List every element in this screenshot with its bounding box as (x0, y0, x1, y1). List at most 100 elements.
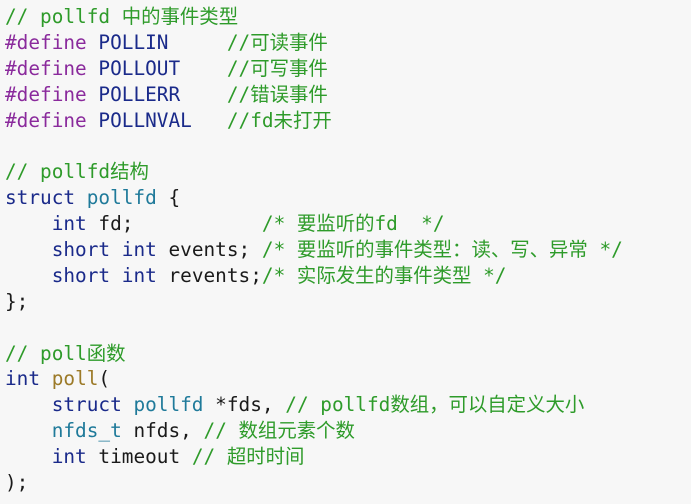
code-line: int poll( (5, 366, 623, 392)
code-token-ws (87, 83, 99, 106)
code-token-punct: ( (98, 367, 111, 391)
code-token-comment: //fd未打开 (226, 108, 332, 132)
code-token-ident: nfds (133, 419, 181, 443)
code-token-punct: , (261, 393, 274, 417)
code-token-ws (133, 212, 261, 235)
code-token-ident: revents (168, 263, 251, 287)
code-token-comment: // pollfd数组，可以自定义大小 (285, 393, 585, 417)
code-token-keyword: int (51, 212, 87, 236)
code-token-type: pollfd (86, 186, 157, 210)
code-token-comment: //错误事件 (226, 82, 328, 106)
code-token-ws (110, 238, 122, 261)
code-token-macro: POLLOUT (98, 56, 181, 80)
code-token-ws (157, 186, 169, 209)
code-token-comment: /* 要监听的fd */ (261, 212, 445, 236)
code-token-punct: ); (5, 471, 29, 495)
code-token-punct: ; (238, 238, 251, 262)
code-line: short int revents;/* 实际发生的事件类型 */ (5, 263, 623, 289)
code-token-ws (180, 57, 227, 80)
code-token-comment: // pollfd 中的事件类型 (5, 5, 239, 28)
code-token-ws (5, 393, 52, 416)
code-line: nfds_t nfds, // 数组元素个数 (5, 418, 623, 444)
code-token-keyword: short (51, 238, 111, 262)
code-token-ws (87, 109, 99, 132)
code-line: // poll函数 (5, 341, 623, 367)
code-line: // pollfd结构 (5, 159, 623, 185)
code-token-ws (5, 212, 52, 235)
code-line: struct pollfd *fds, // pollfd数组，可以自定义大小 (5, 392, 623, 418)
code-line: #define POLLOUT //可写事件 (5, 56, 623, 82)
code-token-ws (250, 238, 262, 261)
code-token-comment: // 超时时间 (191, 445, 305, 469)
code-token-punct: * (215, 393, 227, 417)
code-token-comment: //可写事件 (226, 56, 328, 80)
code-token-ws (274, 393, 286, 416)
code-token-ws (5, 445, 52, 468)
code-token-directive: #define (5, 30, 87, 54)
code-token-comment: // 数组元素个数 (203, 419, 355, 443)
code-line: ); (5, 470, 623, 496)
code-token-keyword: short (51, 263, 111, 287)
code-token-keyword: int (121, 238, 157, 262)
code-token-punct: { (168, 186, 181, 210)
code-token-macro: POLLNVAL (98, 108, 192, 132)
code-token-ws (87, 445, 99, 468)
code-token-punct: }; (5, 289, 29, 313)
code-token-ident: timeout (98, 445, 181, 469)
code-token-macro: POLLERR (98, 82, 181, 106)
code-token-keyword: struct (51, 393, 122, 417)
code-token-keyword: struct (5, 186, 76, 210)
code-token-punct: ; (121, 212, 134, 236)
code-token-ws (157, 238, 169, 261)
code-token-keyword: int (5, 367, 41, 391)
code-line: struct pollfd { (5, 185, 623, 211)
code-token-ws (180, 445, 192, 468)
code-token-ws (5, 264, 52, 287)
code-token-ws (87, 31, 99, 54)
code-token-func: poll (51, 367, 99, 391)
code-line: }; (5, 289, 623, 315)
code-token-ws (75, 186, 87, 209)
code-token-keyword: int (51, 445, 87, 469)
code-token-ws (203, 393, 215, 416)
code-token-ws (87, 212, 99, 235)
code-token-punct: , (180, 419, 192, 443)
code-token-directive: #define (5, 82, 87, 106)
code-token-ident: fd (98, 212, 122, 236)
code-block: // pollfd 中的事件类型 #define POLLIN //可读事件 #de… (5, 4, 623, 496)
code-token-comment: /* 实际发生的事件类型 */ (261, 263, 507, 287)
code-token-directive: #define (5, 108, 87, 132)
code-token-ws (122, 419, 134, 442)
code-token-ws (192, 419, 204, 442)
code-token-ws (157, 264, 169, 287)
code-token-ws (180, 83, 227, 106)
code-token-comment: // poll函数 (5, 341, 126, 365)
code-token-ws (87, 57, 99, 80)
code-token-comment: //可读事件 (226, 30, 328, 54)
code-line: #define POLLERR //错误事件 (5, 82, 623, 108)
code-token-ws (5, 419, 52, 442)
code-token-comment: // pollfd结构 (5, 160, 149, 184)
code-token-ws (168, 31, 226, 54)
code-token-punct: ; (250, 263, 262, 287)
code-token-keyword: int (121, 263, 157, 287)
code-token-ident: events (168, 238, 239, 262)
code-token-type: nfds_t (51, 419, 122, 443)
code-token-ident: fds (226, 393, 262, 417)
code-line: int fd; /* 要监听的fd */ (5, 211, 623, 237)
code-line: int timeout // 超时时间 (5, 444, 623, 470)
code-token-macro: POLLIN (98, 30, 169, 54)
code-token-ws (192, 109, 227, 132)
code-token-ws (5, 238, 52, 261)
code-line: #define POLLIN //可读事件 (5, 30, 623, 56)
code-token-ws (122, 393, 134, 416)
code-token-type: pollfd (133, 393, 204, 417)
code-token-ws (110, 264, 122, 287)
code-line: // pollfd 中的事件类型 (5, 4, 623, 30)
code-line: #define POLLNVAL //fd未打开 (5, 108, 623, 134)
code-line: short int events; /* 要监听的事件类型：读、写、异常 */ (5, 237, 623, 263)
code-token-directive: #define (5, 56, 87, 80)
code-token-comment: /* 要监听的事件类型：读、写、异常 */ (261, 238, 623, 262)
